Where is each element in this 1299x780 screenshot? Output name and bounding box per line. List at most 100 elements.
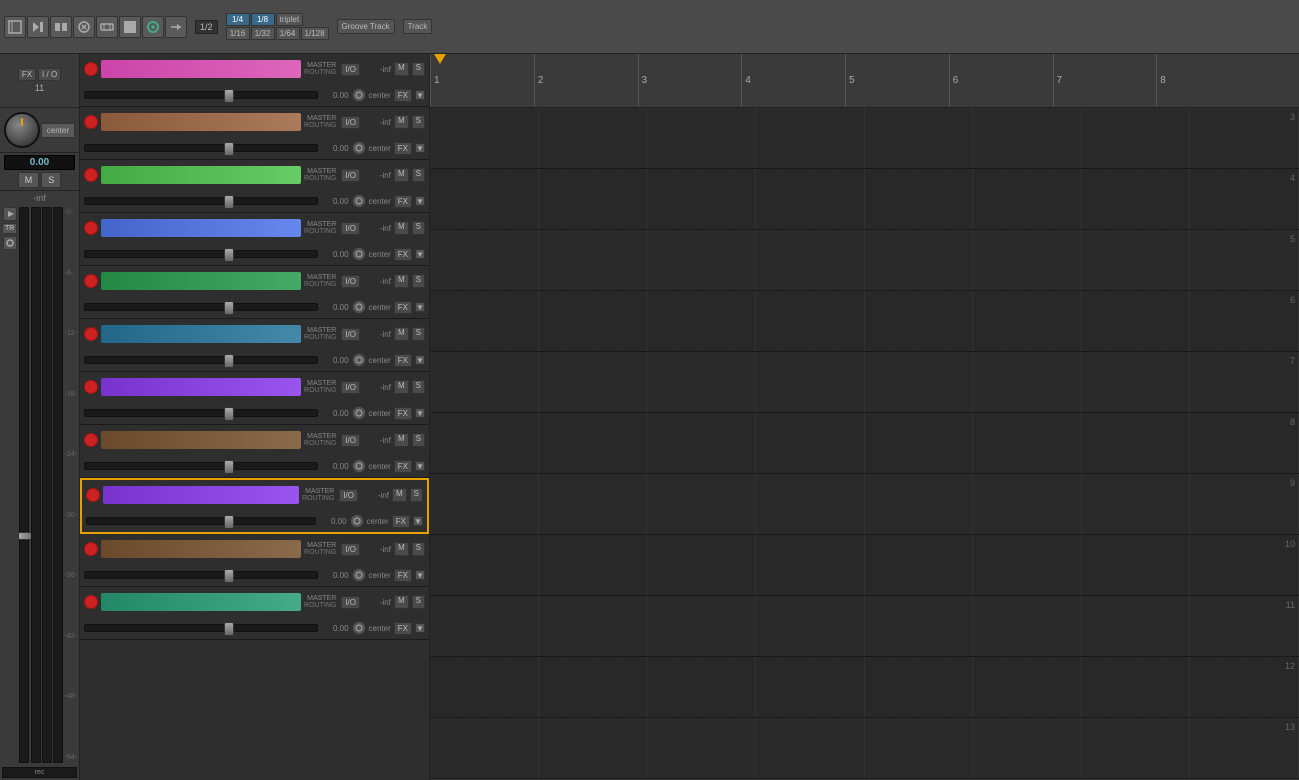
arrange-cell-4-6[interactable] [973,169,1082,229]
arrange-cell-10-3[interactable] [647,535,756,595]
arrange-cell-3-1[interactable] [430,108,539,168]
track-record-btn-8[interactable] [84,327,98,341]
arrange-cell-6-5[interactable] [865,291,974,351]
track-mute-btn-5[interactable]: M [394,168,409,182]
track-solo-btn-3[interactable]: S [412,62,425,76]
arrange-cell-7-8[interactable] [1190,352,1299,412]
track-expand-btn-11[interactable]: ▼ [413,516,423,526]
arrange-cell-7-2[interactable] [539,352,648,412]
arrange-cell-3-6[interactable] [973,108,1082,168]
track-mute-btn-9[interactable]: M [394,380,409,394]
track-item-4[interactable]: MASTER ROUTING I/O -inf M S 0.00 center … [80,107,429,160]
track-pan-btn-5[interactable] [352,194,366,208]
arrange-cell-10-2[interactable] [539,535,648,595]
track-expand-btn-3[interactable]: ▼ [415,90,425,100]
track-mute-btn-11[interactable]: M [392,488,407,502]
track-fx-btn-7[interactable]: FX [394,301,412,314]
arrange-cell-11-8[interactable] [1190,596,1299,656]
track-solo-btn-10[interactable]: S [412,433,425,447]
tr-button[interactable]: TR [2,223,17,234]
track-fader-5[interactable] [84,197,318,205]
track-expand-btn-8[interactable]: ▼ [415,355,425,365]
arrange-cell-7-6[interactable] [973,352,1082,412]
master-pan-knob[interactable] [4,112,40,148]
arrange-row-13[interactable]: 13 [430,718,1299,779]
track-fader-13[interactable] [84,624,318,632]
arrange-cell-8-8[interactable] [1190,413,1299,473]
arrange-cell-6-8[interactable] [1190,291,1299,351]
track-mute-btn-3[interactable]: M [394,62,409,76]
arrange-row-4[interactable]: 4 [430,169,1299,230]
toolbar-icon-4[interactable] [73,16,95,38]
arrange-cell-9-1[interactable] [430,474,539,534]
track-item-7[interactable]: MASTER ROUTING I/O -inf M S 0.00 center … [80,266,429,319]
track-fader-9[interactable] [84,409,318,417]
arrange-cell-12-6[interactable] [973,657,1082,717]
arrange-cell-3-3[interactable] [647,108,756,168]
track-io-btn-7[interactable]: I/O [341,275,360,288]
arrange-cell-11-3[interactable] [647,596,756,656]
track-fx-btn-13[interactable]: FX [394,622,412,635]
arrange-cell-12-7[interactable] [1082,657,1191,717]
track-expand-btn-4[interactable]: ▼ [415,143,425,153]
track-mute-btn-12[interactable]: M [394,542,409,556]
track-pan-btn-4[interactable] [352,141,366,155]
track-io-btn-6[interactable]: I/O [341,222,360,235]
arrange-cell-5-2[interactable] [539,230,648,290]
track-button[interactable]: Track [403,19,433,34]
arrange-cell-12-1[interactable] [430,657,539,717]
arrange-cell-9-2[interactable] [539,474,648,534]
master-fader[interactable] [19,207,29,763]
track-mute-btn-4[interactable]: M [394,115,409,129]
arrange-cell-6-3[interactable] [647,291,756,351]
toolbar-icon-5[interactable] [96,16,118,38]
arrange-cell-4-3[interactable] [647,169,756,229]
arrange-cell-13-3[interactable] [647,718,756,778]
track-pan-btn-12[interactable] [352,568,366,582]
track-expand-btn-9[interactable]: ▼ [415,408,425,418]
track-pan-btn-9[interactable] [352,406,366,420]
track-pan-btn-10[interactable] [352,459,366,473]
arrange-cell-11-5[interactable] [865,596,974,656]
track-mute-btn-10[interactable]: M [394,433,409,447]
arrange-cell-7-5[interactable] [865,352,974,412]
arrange-row-5[interactable]: 5 [430,230,1299,291]
arrange-cell-8-6[interactable] [973,413,1082,473]
arrange-cell-5-5[interactable] [865,230,974,290]
arrange-cell-11-7[interactable] [1082,596,1191,656]
arrange-cell-10-6[interactable] [973,535,1082,595]
arrange-cell-10-8[interactable] [1190,535,1299,595]
arrange-cell-9-5[interactable] [865,474,974,534]
arrange-cell-10-7[interactable] [1082,535,1191,595]
track-item-6[interactable]: MASTER ROUTING I/O -inf M S 0.00 center … [80,213,429,266]
track-solo-btn-7[interactable]: S [412,274,425,288]
arrange-row-12[interactable]: 12 [430,657,1299,718]
track-record-btn-7[interactable] [84,274,98,288]
track-solo-btn-13[interactable]: S [412,595,425,609]
quantize-1-64[interactable]: 1/64 [276,27,300,40]
track-item-12[interactable]: MASTER ROUTING I/O -inf M S 0.00 center … [80,534,429,587]
arrange-cell-8-7[interactable] [1082,413,1191,473]
arrange-cell-4-4[interactable] [756,169,865,229]
master-mute-button[interactable]: M [18,172,40,188]
arrange-cell-6-4[interactable] [756,291,865,351]
quantize-1-32[interactable]: 1/32 [251,27,275,40]
arrange-cell-4-2[interactable] [539,169,648,229]
toolbar-icon-2[interactable] [27,16,49,38]
arrange-row-10[interactable]: 10 [430,535,1299,596]
track-solo-btn-9[interactable]: S [412,380,425,394]
track-fader-11[interactable] [86,517,316,525]
track-pan-btn-3[interactable] [352,88,366,102]
arrange-cell-7-3[interactable] [647,352,756,412]
track-expand-btn-7[interactable]: ▼ [415,302,425,312]
arrange-cell-5-4[interactable] [756,230,865,290]
arrange-cell-3-7[interactable] [1082,108,1191,168]
arrange-cell-3-2[interactable] [539,108,648,168]
toolbar-icon-6[interactable] [119,16,141,38]
track-item-5[interactable]: MASTER ROUTING I/O -inf M S 0.00 center … [80,160,429,213]
track-fx-btn-12[interactable]: FX [394,569,412,582]
arrange-cell-11-1[interactable] [430,596,539,656]
arrange-cell-3-4[interactable] [756,108,865,168]
track-fx-btn-6[interactable]: FX [394,248,412,261]
arrange-cell-4-7[interactable] [1082,169,1191,229]
